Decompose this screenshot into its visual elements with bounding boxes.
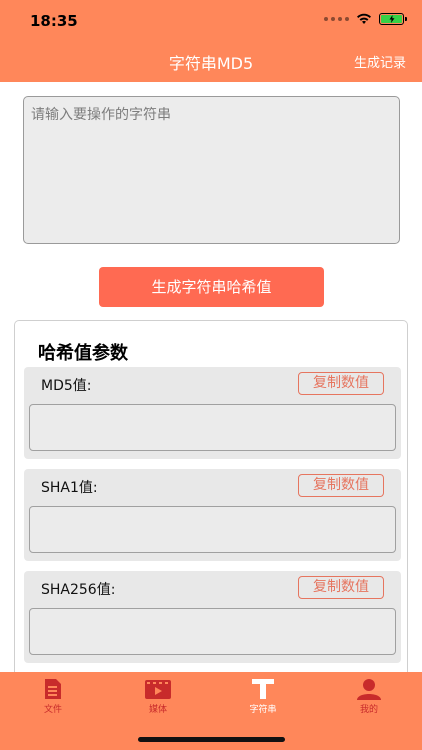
- hash-label: SHA1值:: [41, 480, 98, 496]
- copy-sha1-button[interactable]: 复制数值: [298, 474, 384, 497]
- hash-block-sha256: SHA256值: 复制数值: [24, 571, 401, 663]
- home-indicator[interactable]: [138, 737, 285, 742]
- sha1-field[interactable]: [29, 506, 396, 553]
- tab-label: 字符串: [249, 705, 277, 715]
- person-icon: [357, 679, 381, 700]
- hash-panel: 哈希值参数 MD5值: 复制数值 SHA1值: 复制数值 SHA256值: 复制…: [14, 320, 408, 680]
- copy-sha256-button[interactable]: 复制数值: [298, 576, 384, 599]
- hash-block-sha1: SHA1值: 复制数值: [24, 469, 401, 561]
- tab-label: 我的: [359, 705, 378, 715]
- string-input[interactable]: 请输入要操作的字符串: [23, 96, 400, 244]
- battery-icon: [379, 13, 407, 25]
- tab-string[interactable]: 字符串: [233, 678, 293, 715]
- tab-label: 媒体: [148, 705, 167, 715]
- sha256-field[interactable]: [29, 608, 396, 655]
- status-icons: [324, 13, 407, 25]
- md5-field[interactable]: [29, 404, 396, 451]
- tab-file[interactable]: 文件: [23, 678, 83, 715]
- header-bar: 18:35 字符串MD5 生成记录: [0, 0, 422, 82]
- tab-mine[interactable]: 我的: [339, 678, 399, 715]
- record-button[interactable]: 生成记录: [354, 52, 406, 71]
- tab-media[interactable]: 媒体: [128, 678, 188, 715]
- hash-block-md5: MD5值: 复制数值: [24, 367, 401, 459]
- hash-label: MD5值:: [41, 378, 92, 394]
- generate-hash-button[interactable]: 生成字符串哈希值: [99, 267, 324, 307]
- video-icon: [145, 680, 171, 699]
- panel-title: 哈希值参数: [38, 343, 128, 364]
- hash-label: SHA256值:: [41, 582, 116, 598]
- copy-md5-button[interactable]: 复制数值: [298, 372, 384, 395]
- text-icon: [252, 679, 274, 699]
- tab-label: 文件: [43, 705, 62, 715]
- wifi-icon: [357, 13, 371, 24]
- signal-icon: [324, 17, 349, 21]
- status-time: 18:35: [30, 12, 78, 30]
- file-icon: [45, 679, 61, 699]
